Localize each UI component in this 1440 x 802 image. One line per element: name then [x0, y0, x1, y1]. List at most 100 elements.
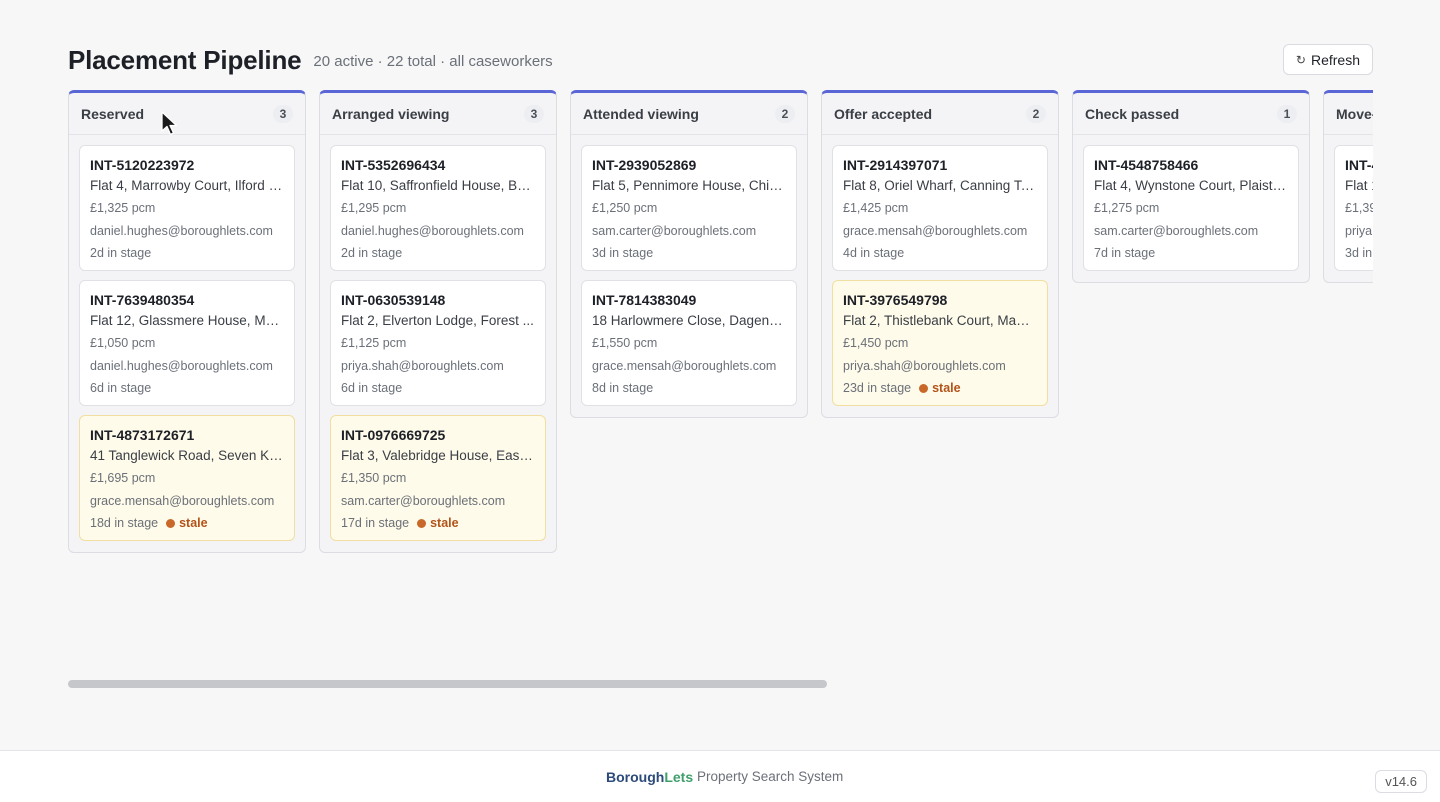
time-in-stage: 23d in stage — [843, 381, 912, 395]
monthly-rent: £1,295 pcm — [341, 201, 407, 215]
stale-badge: stale — [919, 379, 961, 397]
stale-badge: stale — [166, 514, 208, 532]
property-address: Flat 12, Glassmere House, Man... — [90, 313, 284, 328]
monthly-rent: £1,450 pcm — [843, 336, 909, 350]
time-in-stage: 6d in stage — [341, 381, 403, 395]
caseworker-email: priya.shah@boroughlets.com — [843, 359, 1006, 373]
time-in-stage: 3d in stage — [592, 246, 654, 260]
column-title: Offer accepted — [834, 105, 933, 122]
column-count-badge: 3 — [524, 104, 544, 123]
pipeline-column: Arranged viewing 3 INT-5352696434 Flat 10… — [319, 90, 557, 553]
time-in-stage: 8d in stage — [592, 381, 654, 395]
card-footer: 18d in stage stale — [90, 514, 284, 532]
monthly-rent: £1,050 pcm — [90, 336, 156, 350]
case-id: INT-4 — [1345, 157, 1373, 173]
column-header: Arranged viewing 3 — [320, 93, 556, 135]
property-address: Flat 1 — [1345, 178, 1373, 193]
column-title: Attended viewing — [583, 105, 699, 122]
column-header: Offer accepted 2 — [822, 93, 1058, 135]
placement-card[interactable]: INT-5120223972 Flat 4, Marrowby Court, I… — [79, 145, 295, 271]
property-address: Flat 2, Elverton Lodge, Forest ... — [341, 313, 534, 328]
property-address: 41 Tanglewick Road, Seven Kin... — [90, 448, 284, 463]
time-in-stage: 6d in stage — [90, 381, 152, 395]
case-id: INT-4548758466 — [1094, 157, 1199, 173]
system-name: Property Search System — [697, 769, 844, 784]
stale-label: stale — [179, 516, 208, 530]
caseworker-email: grace.mensah@boroughlets.com — [843, 224, 1028, 238]
caseworker-email: grace.mensah@boroughlets.com — [592, 359, 777, 373]
brand-logo[interactable]: BoroughLets — [606, 769, 693, 785]
column-header: Move- — [1324, 93, 1373, 135]
case-id: INT-0976669725 — [341, 427, 446, 443]
caseworker-email: sam.carter@boroughlets.com — [592, 224, 757, 238]
refresh-label: Refresh — [1310, 51, 1360, 68]
card-footer: 3d in — [1345, 244, 1373, 262]
pipeline-board[interactable]: Reserved 3 INT-5120223972 Flat 4, Marrowb… — [68, 90, 1373, 560]
page-header: Placement Pipeline 20 active · 22 total … — [68, 42, 1373, 78]
horizontal-scrollbar[interactable] — [68, 680, 827, 688]
card-footer: 23d in stage stale — [843, 379, 1037, 397]
caseworker-email: daniel.hughes@boroughlets.com — [90, 359, 273, 373]
placement-card[interactable]: INT-2914397071 Flat 8, Oriel Wharf, Cann… — [832, 145, 1048, 271]
placement-card[interactable]: INT-3976549798 Flat 2, Thistlebank Court… — [832, 280, 1048, 406]
placement-card[interactable]: INT-4873172671 41 Tanglewick Road, Seven… — [79, 415, 295, 541]
column-title: Move- — [1336, 105, 1373, 122]
case-id: INT-4873172671 — [90, 427, 195, 443]
refresh-button[interactable]: ↻ Refresh — [1282, 44, 1373, 75]
caseworker-email: sam.carter@boroughlets.com — [341, 494, 506, 508]
placement-card[interactable]: INT-7639480354 Flat 12, Glassmere House,… — [79, 280, 295, 406]
caseworker-email: grace.mensah@boroughlets.com — [90, 494, 275, 508]
card-footer: 6d in stage — [341, 379, 535, 397]
monthly-rent: £1,275 pcm — [1094, 201, 1160, 215]
case-id: INT-7639480354 — [90, 292, 195, 308]
monthly-rent: £1,550 pcm — [592, 336, 658, 350]
placement-card[interactable]: INT-0630539148 Flat 2, Elverton Lodge, F… — [330, 280, 546, 406]
monthly-rent: £1,250 pcm — [592, 201, 658, 215]
pipeline-column: Offer accepted 2 INT-2914397071 Flat 8, O… — [821, 90, 1059, 418]
monthly-rent: £1,325 pcm — [90, 201, 156, 215]
card-footer: 3d in stage — [592, 244, 786, 262]
card-footer: 4d in stage — [843, 244, 1037, 262]
monthly-rent: £1,350 pcm — [341, 471, 407, 485]
property-address: Flat 5, Pennimore House, Chin... — [592, 178, 786, 193]
caseworker-email: daniel.hughes@boroughlets.com — [90, 224, 273, 238]
column-header: Attended viewing 2 — [571, 93, 807, 135]
card-footer: 17d in stage stale — [341, 514, 535, 532]
property-address: Flat 3, Valebridge House, East ... — [341, 448, 535, 463]
placement-card[interactable]: INT-5352696434 Flat 10, Saffronfield Hou… — [330, 145, 546, 271]
monthly-rent: £1,425 pcm — [843, 201, 909, 215]
time-in-stage: 17d in stage — [341, 516, 410, 530]
column-count-badge: 2 — [1026, 104, 1046, 123]
stale-dot-icon — [166, 518, 176, 528]
column-count-badge: 2 — [775, 104, 795, 123]
time-in-stage: 4d in stage — [843, 246, 905, 260]
placement-card[interactable]: INT-4 Flat 1 £1,39 priya. 3d in — [1334, 145, 1373, 271]
stale-dot-icon — [417, 518, 427, 528]
page-title: Placement Pipeline — [68, 44, 302, 75]
pipeline-column: Check passed 1 INT-4548758466 Flat 4, Wyn… — [1072, 90, 1310, 283]
card-footer: 6d in stage — [90, 379, 284, 397]
time-in-stage: 3d in — [1345, 246, 1373, 260]
caseworker-email: daniel.hughes@boroughlets.com — [341, 224, 524, 238]
pipeline-summary: 20 active · 22 total · all caseworkers — [313, 53, 553, 70]
case-id: INT-5352696434 — [341, 157, 446, 173]
placement-card[interactable]: INT-2939052869 Flat 5, Pennimore House, … — [581, 145, 797, 271]
time-in-stage: 7d in stage — [1094, 246, 1156, 260]
property-address: 18 Harlowmere Close, Dagenha... — [592, 313, 786, 328]
column-count-badge: 3 — [273, 104, 293, 123]
card-footer: 7d in stage — [1094, 244, 1288, 262]
placement-card[interactable]: INT-4548758466 Flat 4, Wynstone Court, P… — [1083, 145, 1299, 271]
placement-card[interactable]: INT-7814383049 18 Harlowmere Close, Dage… — [581, 280, 797, 406]
card-footer: 8d in stage — [592, 379, 786, 397]
placement-card[interactable]: INT-0976669725 Flat 3, Valebridge House,… — [330, 415, 546, 541]
pipeline-column: Reserved 3 INT-5120223972 Flat 4, Marrowb… — [68, 90, 306, 553]
time-in-stage: 2d in stage — [341, 246, 403, 260]
pipeline-column: Attended viewing 2 INT-2939052869 Flat 5,… — [570, 90, 808, 418]
property-address: Flat 2, Thistlebank Court, Mano... — [843, 313, 1037, 328]
column-header: Reserved 3 — [69, 93, 305, 135]
caseworker-email: priya. — [1345, 224, 1373, 238]
case-id: INT-3976549798 — [843, 292, 948, 308]
caseworker-email: sam.carter@boroughlets.com — [1094, 224, 1259, 238]
time-in-stage: 2d in stage — [90, 246, 152, 260]
stale-dot-icon — [919, 383, 929, 393]
